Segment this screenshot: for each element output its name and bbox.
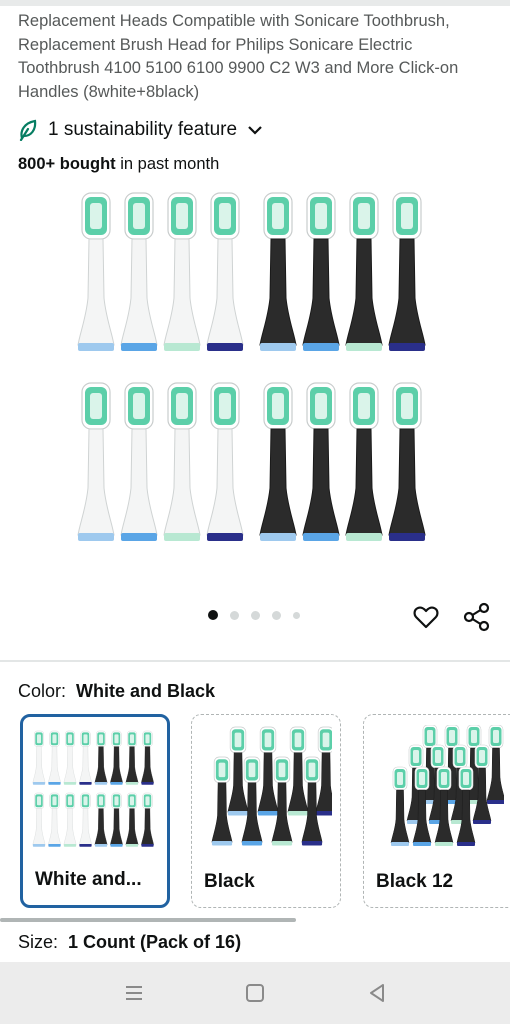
size-value: 1 Count (Pack of 16) bbox=[68, 932, 242, 952]
pagination-dot-active[interactable] bbox=[208, 610, 218, 620]
color-label: Color: bbox=[18, 681, 67, 701]
brush-head-illustration bbox=[302, 382, 340, 541]
brush-head-illustration bbox=[120, 192, 158, 351]
variant-label: White and... bbox=[35, 869, 142, 890]
variant-thumbnail-brush bbox=[110, 730, 123, 785]
chevron-down-icon bbox=[247, 124, 263, 136]
brush-head-illustration bbox=[302, 192, 340, 351]
brush-head-illustration bbox=[77, 192, 115, 351]
variant-scrollbar[interactable] bbox=[0, 918, 296, 922]
color-selector-label: Color: White and Black bbox=[18, 681, 215, 702]
variant-thumbnail-brush bbox=[79, 792, 92, 847]
variant-thumbnail-brush bbox=[63, 792, 77, 847]
color-value: White and Black bbox=[76, 681, 216, 701]
brush-head-illustration bbox=[259, 192, 297, 351]
variant-label: Black bbox=[204, 871, 255, 892]
variant-label: Black 12 bbox=[376, 871, 454, 892]
heart-icon[interactable] bbox=[412, 603, 440, 631]
pagination-dot[interactable] bbox=[251, 610, 260, 620]
brush-head-illustration bbox=[206, 192, 244, 351]
brush-head-illustration bbox=[163, 192, 201, 351]
brush-head-illustration bbox=[77, 382, 115, 541]
pagination-dot[interactable] bbox=[230, 610, 239, 620]
variant-thumbnail-brush bbox=[63, 730, 77, 785]
size-label: Size: bbox=[18, 932, 59, 952]
brush-head-illustration bbox=[345, 382, 383, 541]
brush-head-illustration bbox=[120, 382, 158, 541]
purchase-count: 800+ bought in past month bbox=[18, 155, 219, 174]
variant-thumbnail-brush bbox=[79, 730, 92, 785]
variant-thumbnail-brush bbox=[211, 756, 233, 846]
back-icon[interactable] bbox=[366, 982, 388, 1004]
variant-thumbnail-brush bbox=[32, 792, 46, 847]
purchase-count-bold: 800+ bought bbox=[18, 155, 116, 173]
brush-head-illustration bbox=[259, 382, 297, 541]
variant-thumbnail-brush bbox=[94, 792, 108, 847]
system-navigation-bar bbox=[0, 962, 510, 1024]
variant-thumbnail-brush bbox=[390, 766, 410, 846]
section-divider bbox=[0, 660, 510, 662]
variant-thumbnail-brush bbox=[110, 792, 123, 847]
pagination-dot[interactable] bbox=[272, 610, 281, 620]
purchase-count-rest: in past month bbox=[115, 155, 220, 173]
share-icon[interactable] bbox=[462, 602, 492, 632]
top-edge bbox=[0, 0, 510, 6]
variant-thumbnail-brush bbox=[32, 730, 46, 785]
brush-head-illustration bbox=[163, 382, 201, 541]
brush-head-illustration bbox=[206, 382, 244, 541]
variant-thumbnail-brush bbox=[141, 730, 154, 785]
variant-thumbnail-brush bbox=[141, 792, 154, 847]
sustainability-features-toggle[interactable]: 1 sustainability feature bbox=[18, 118, 263, 142]
menu-icon[interactable] bbox=[123, 982, 145, 1004]
product-title[interactable]: Replacement Heads Compatible with Sonica… bbox=[18, 10, 498, 104]
variant-black[interactable]: Black bbox=[191, 714, 341, 908]
variant-black-12[interactable]: Black 12 bbox=[363, 714, 510, 908]
leaf-icon bbox=[18, 119, 38, 141]
brush-head-illustration bbox=[388, 192, 426, 351]
brush-head-illustration bbox=[388, 382, 426, 541]
variant-thumbnail-brush bbox=[48, 792, 61, 847]
variant-thumbnail-brush bbox=[94, 730, 108, 785]
pagination-dot[interactable] bbox=[293, 611, 300, 619]
variant-thumbnail-brush bbox=[125, 792, 139, 847]
sustainability-text: 1 sustainability feature bbox=[48, 119, 238, 140]
home-icon[interactable] bbox=[244, 982, 266, 1004]
variant-white-and-black[interactable]: White and... bbox=[20, 714, 170, 908]
size-selector-label: Size: 1 Count (Pack of 16) bbox=[18, 932, 241, 953]
variant-thumbnail-brush bbox=[125, 730, 139, 785]
image-pagination-dots[interactable] bbox=[208, 610, 300, 620]
product-image[interactable] bbox=[60, 185, 450, 570]
variant-thumbnail-brush bbox=[48, 730, 61, 785]
brush-head-illustration bbox=[345, 192, 383, 351]
variant-thumbnail-brush bbox=[486, 725, 504, 804]
